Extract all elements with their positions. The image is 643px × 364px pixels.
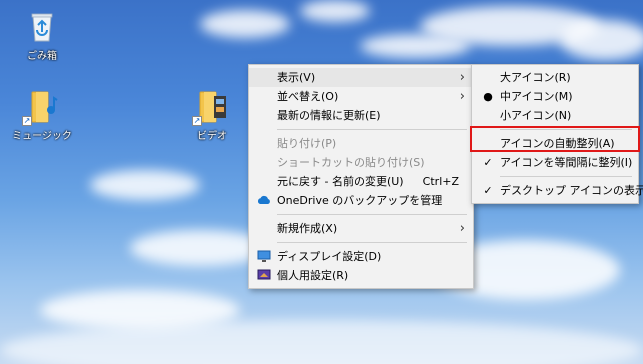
menu-item-sort[interactable]: 並べ替え(O) ›	[249, 87, 473, 106]
menu-item-paste: 貼り付け(P)	[249, 134, 473, 153]
sky-cloud	[300, 0, 370, 22]
desktop-icon-label: ビデオ	[197, 131, 227, 142]
menu-item-label: 元に戻す - 名前の変更(U)	[277, 175, 404, 188]
menu-item-label: 表示(V)	[277, 71, 316, 84]
menu-item-label: アイコンの自動整列(A)	[500, 137, 615, 150]
menu-item-new[interactable]: 新規作成(X) ›	[249, 219, 473, 238]
checkmark-icon: ✓	[483, 184, 493, 197]
menu-item-label: 個人用設定(R)	[277, 269, 349, 282]
menu-item-label: アイコンを等間隔に整列(I)	[500, 156, 633, 169]
menu-item-label: ショートカットの貼り付け(S)	[277, 156, 425, 169]
menu-item-label: 最新の情報に更新(E)	[277, 109, 381, 122]
menu-item-label: 小アイコン(N)	[500, 109, 572, 122]
menu-item-onedrive-backup[interactable]: OneDrive のバックアップを管理	[249, 191, 473, 210]
menu-item-personalize[interactable]: 個人用設定(R)	[249, 266, 473, 285]
menu-separator	[500, 129, 632, 130]
menu-item-undo-rename[interactable]: 元に戻す - 名前の変更(U) Ctrl+Z	[249, 172, 473, 191]
shortcut-arrow-icon: ↗	[22, 116, 32, 126]
desktop-icon-recycle-bin[interactable]: ごみ箱	[12, 8, 72, 62]
menu-item-label: 並べ替え(O)	[277, 90, 339, 103]
menu-item-label: 大アイコン(R)	[500, 71, 571, 84]
sky-cloud	[90, 170, 200, 200]
sky-cloud	[560, 20, 643, 60]
desktop-context-menu: 表示(V) › 並べ替え(O) › 最新の情報に更新(E) 貼り付け(P) ショ…	[248, 64, 474, 289]
menu-item-show-desktop-icons[interactable]: ✓ デスクトップ アイコンの表示(D)	[472, 181, 643, 200]
menu-item-label: ディスプレイ設定(D)	[277, 250, 382, 263]
video-folder-icon: ↗	[192, 88, 230, 126]
menu-separator	[277, 129, 467, 130]
display-settings-icon	[257, 250, 271, 263]
recycle-bin-icon	[24, 8, 60, 44]
menu-item-paste-shortcut: ショートカットの貼り付け(S)	[249, 153, 473, 172]
keyboard-shortcut: Ctrl+Z	[422, 175, 459, 188]
desktop-icon-label: ミュージック	[12, 131, 72, 142]
desktop-icon-label: ごみ箱	[27, 51, 57, 62]
menu-item-refresh[interactable]: 最新の情報に更新(E)	[249, 106, 473, 125]
menu-item-display-settings[interactable]: ディスプレイ設定(D)	[249, 247, 473, 266]
onedrive-icon	[257, 194, 270, 207]
menu-item-view[interactable]: 表示(V) ›	[249, 68, 473, 87]
menu-item-label: デスクトップ アイコンの表示(D)	[500, 184, 643, 197]
sky-cloud	[360, 34, 470, 58]
menu-item-label: 中アイコン(M)	[500, 90, 573, 103]
shortcut-arrow-icon: ↗	[192, 116, 202, 126]
menu-item-align-to-grid[interactable]: ✓ アイコンを等間隔に整列(I)	[472, 153, 638, 172]
menu-item-large-icons[interactable]: 大アイコン(R)	[472, 68, 638, 87]
chevron-right-icon: ›	[459, 89, 465, 104]
menu-separator	[277, 242, 467, 243]
desktop-icon-video[interactable]: ↗ ビデオ	[182, 88, 242, 142]
menu-item-label: 貼り付け(P)	[277, 137, 337, 150]
radio-bullet-icon: ●	[483, 90, 493, 103]
chevron-right-icon: ›	[459, 70, 465, 85]
sky-cloud	[200, 10, 290, 38]
menu-separator	[277, 214, 467, 215]
personalize-icon	[257, 269, 271, 282]
checkmark-icon: ✓	[483, 156, 493, 169]
view-submenu: 大アイコン(R) ● 中アイコン(M) 小アイコン(N) アイコンの自動整列(A…	[471, 64, 643, 204]
menu-separator	[500, 176, 632, 177]
desktop-icon-music[interactable]: ↗ ミュージック	[12, 88, 72, 142]
menu-item-label: 新規作成(X)	[277, 222, 338, 235]
music-folder-icon: ↗	[22, 88, 60, 126]
menu-item-medium-icons[interactable]: ● 中アイコン(M)	[472, 87, 638, 106]
menu-item-small-icons[interactable]: 小アイコン(N)	[472, 106, 638, 125]
chevron-right-icon: ›	[459, 221, 465, 236]
menu-item-label: OneDrive のバックアップを管理	[277, 194, 443, 207]
menu-item-auto-arrange[interactable]: アイコンの自動整列(A)	[472, 134, 638, 153]
